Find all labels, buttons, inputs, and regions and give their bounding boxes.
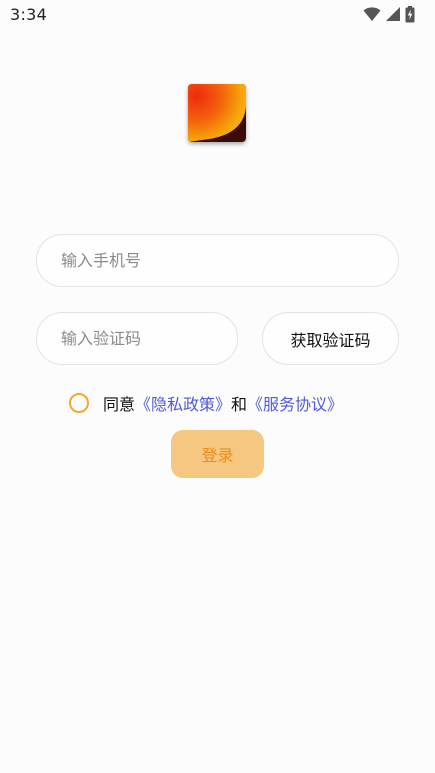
app-logo-icon <box>188 84 246 142</box>
login-button[interactable]: 登录 <box>171 430 264 478</box>
agreement-prefix: 同意 <box>103 395 136 414</box>
agreement-row: 同意 《隐私政策》 和 《服务协议》 <box>69 392 343 414</box>
verification-code-field[interactable] <box>36 312 238 365</box>
phone-input[interactable] <box>37 235 398 286</box>
get-code-button[interactable]: 获取验证码 <box>262 312 399 365</box>
agreement-radio[interactable] <box>69 393 89 413</box>
cellular-signal-icon <box>386 7 400 21</box>
status-bar: 3:34 <box>0 0 435 30</box>
phone-field[interactable] <box>36 234 399 287</box>
wifi-icon <box>363 7 381 21</box>
verification-code-input[interactable] <box>37 313 237 364</box>
privacy-policy-link[interactable]: 《隐私政策》 <box>135 391 231 415</box>
service-agreement-link[interactable]: 《服务协议》 <box>247 391 343 415</box>
agreement-conjunction: 和 <box>231 395 248 414</box>
status-time: 3:34 <box>10 5 48 24</box>
battery-charging-icon <box>405 6 415 23</box>
